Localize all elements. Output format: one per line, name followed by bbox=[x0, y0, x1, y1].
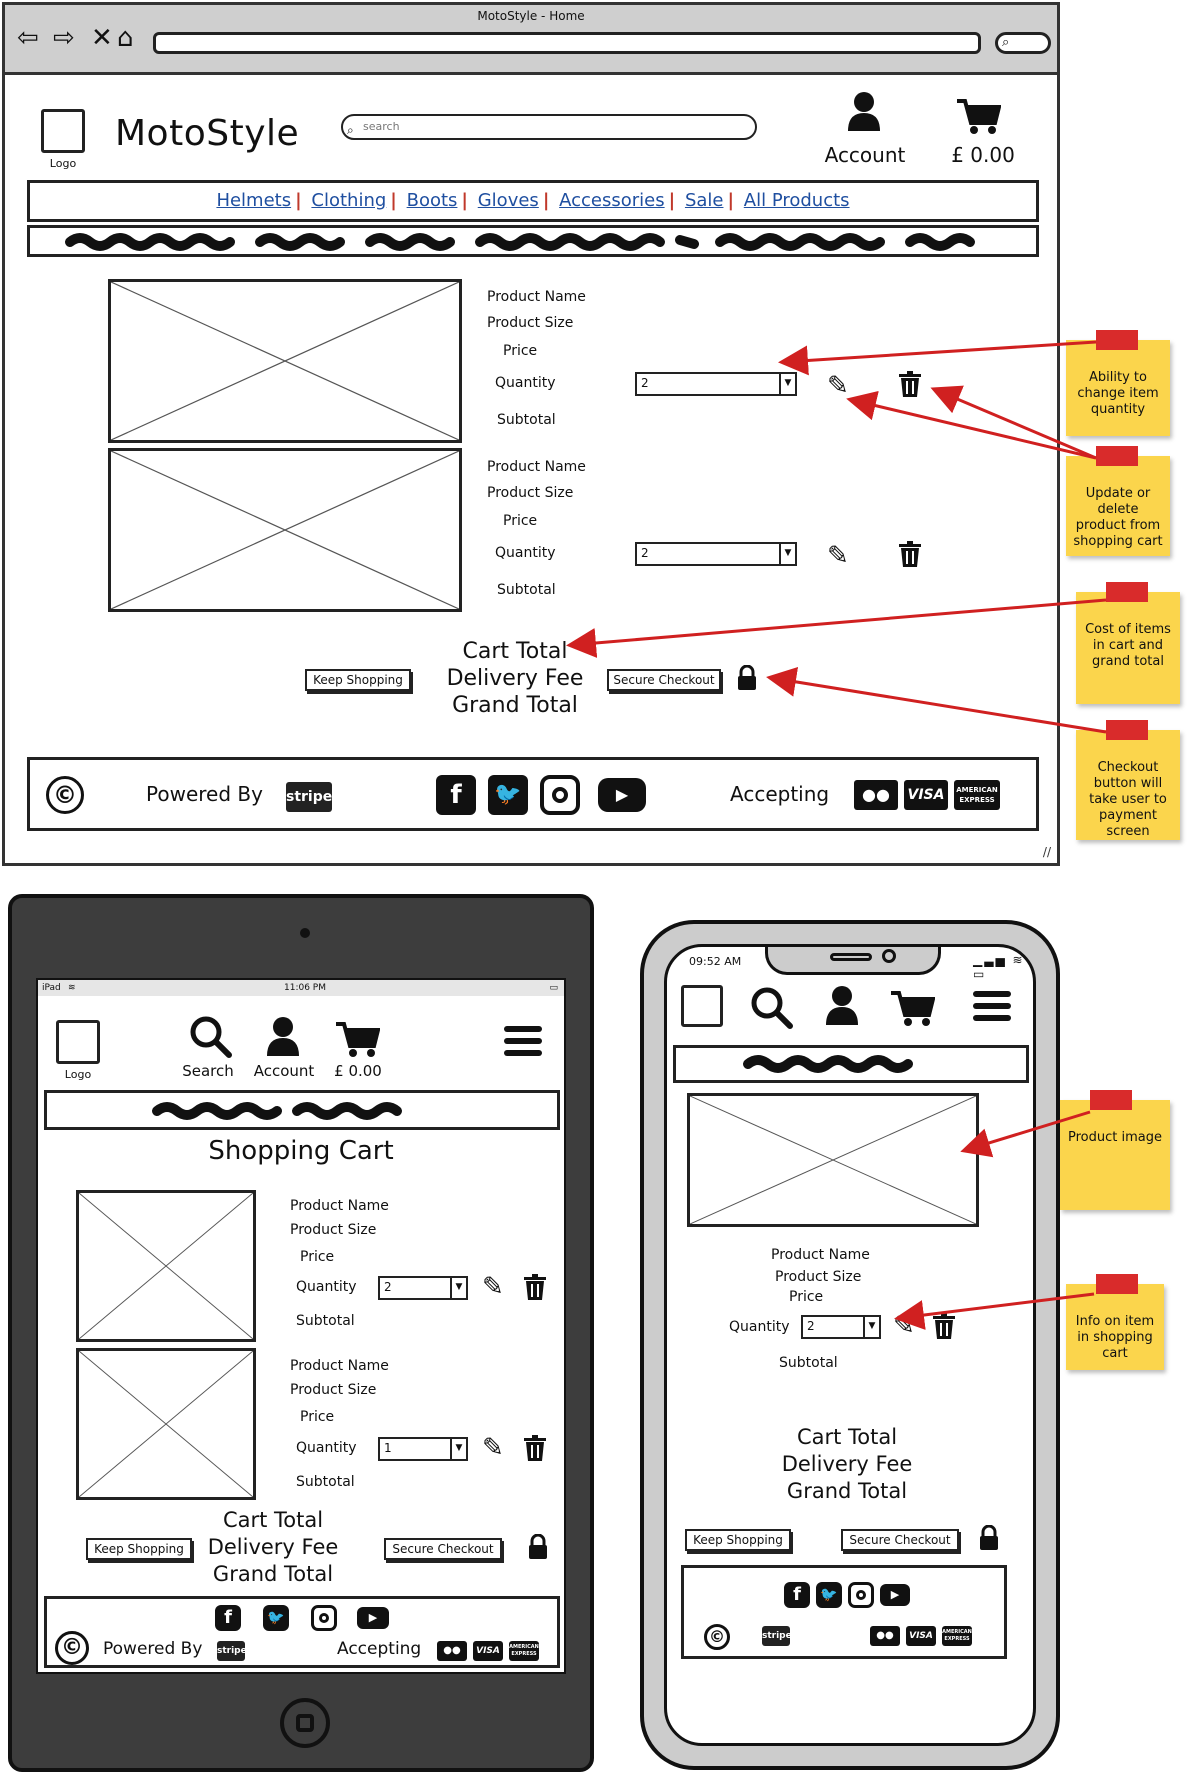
annotation-arrows bbox=[566, 340, 1107, 1330]
